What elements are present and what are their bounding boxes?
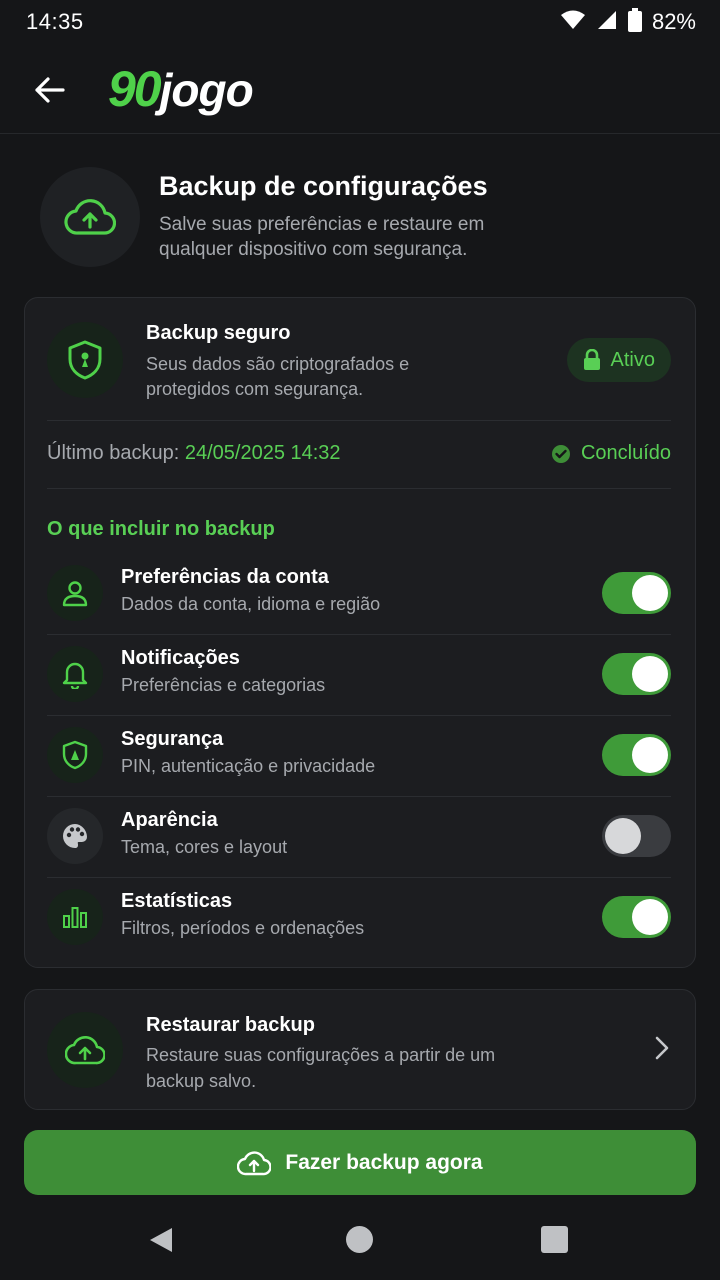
backup-now-label: Fazer backup agora (285, 1150, 483, 1174)
person-icon (62, 581, 88, 607)
option-row-notifications: Notificações Preferências e categorias (47, 635, 671, 716)
restore-icon-wrap (47, 1012, 123, 1088)
shield-lock-icon (68, 340, 102, 380)
palette-icon-wrap (47, 808, 103, 864)
option-title: Preferências da conta (121, 566, 329, 588)
lock-icon (583, 349, 600, 370)
secure-title: Backup seguro (146, 322, 291, 344)
restore-title: Restaurar backup (146, 1014, 315, 1036)
toggle-security[interactable] (602, 734, 671, 776)
back-button[interactable] (30, 70, 70, 110)
option-title: Notificações (121, 647, 240, 669)
divider (47, 420, 671, 421)
option-description: Preferências e categorias (121, 675, 326, 695)
cloud-upload-icon (65, 1035, 105, 1065)
toggle-knob (605, 818, 641, 854)
logo-number: 90 (108, 61, 162, 117)
bar-chart-icon (63, 907, 87, 928)
battery-percent: 82% (651, 9, 696, 34)
secure-description: Seus dados são criptografados e protegid… (146, 354, 410, 399)
app-logo: 90 jogo (108, 60, 254, 117)
status-badge: Ativo (566, 338, 671, 382)
logo-word: jogo (159, 64, 254, 116)
option-row-statistics: Estatísticas Filtros, períodos e ordenaç… (47, 878, 671, 959)
option-description: Tema, cores e layout (121, 837, 288, 857)
backup-status: Concluído (551, 442, 671, 465)
option-description: Dados da conta, idioma e região (121, 594, 381, 614)
divider (47, 488, 671, 489)
toggle-appearance[interactable] (602, 815, 671, 857)
page-subtitle: Salve suas preferências e restaure em qu… (159, 214, 485, 260)
cloud-upload-icon (64, 199, 116, 235)
chevron-right-icon (655, 1036, 669, 1065)
toggle-knob (632, 899, 668, 935)
shield-icon (62, 740, 88, 770)
status-time: 14:35 (26, 9, 84, 34)
restore-description: Restaure suas configurações a partir de … (146, 1045, 496, 1091)
page-title: Backup de configurações (159, 171, 488, 201)
header-cloud-icon-wrap (40, 167, 140, 267)
toggle-notifications[interactable] (602, 653, 671, 695)
section-title: O que incluir no backup (47, 518, 275, 540)
battery-icon (627, 7, 642, 37)
status-bar: 14:35 82% (0, 0, 720, 44)
palette-icon (63, 824, 87, 848)
backup-settings-card: Backup seguro Seus dados são criptografa… (24, 297, 696, 968)
option-description: PIN, autenticação e privacidade (121, 756, 376, 776)
toggle-knob (632, 656, 668, 692)
bell-icon-wrap (47, 646, 103, 702)
toggle-statistics[interactable] (602, 896, 671, 938)
cell-signal-icon (596, 9, 618, 36)
backup-status-label: Concluído (580, 442, 671, 464)
restore-backup-card[interactable]: Restaurar backup Restaure suas configura… (24, 989, 696, 1110)
arrow-left-icon (35, 77, 65, 103)
app-bar: 90 jogo (0, 44, 720, 134)
nav-home-icon[interactable] (346, 1226, 373, 1253)
option-description: Filtros, períodos e ordenações (121, 918, 365, 938)
bar-chart-icon-wrap (47, 889, 103, 945)
option-row-appearance: Aparência Tema, cores e layout (47, 797, 671, 878)
last-backup: Último backup: 24/05/2025 14:32 (47, 442, 341, 465)
last-backup-date: 24/05/2025 14:32 (184, 442, 341, 464)
system-nav-bar (0, 1200, 720, 1280)
bell-icon (62, 662, 88, 689)
status-icons: 82% (560, 7, 696, 37)
option-row-security: Segurança PIN, autenticação e privacidad… (47, 716, 671, 797)
badge-label: Ativo (610, 348, 655, 371)
backup-now-button[interactable]: Fazer backup agora (24, 1130, 696, 1195)
toggle-knob (632, 737, 668, 773)
option-title: Segurança (121, 728, 224, 750)
toggle-account[interactable] (602, 572, 671, 614)
nav-back-icon[interactable] (148, 1226, 174, 1259)
last-backup-label: Último backup: (47, 442, 180, 464)
toggle-knob (632, 575, 668, 611)
option-title: Estatísticas (121, 890, 233, 912)
cloud-upload-icon (237, 1150, 272, 1175)
nav-recents-icon[interactable] (541, 1226, 568, 1253)
option-row-account: Preferências da conta Dados da conta, id… (47, 554, 671, 635)
person-icon-wrap (47, 565, 103, 621)
check-circle-icon (551, 444, 570, 463)
wifi-icon (560, 9, 586, 36)
shield-icon-wrap (47, 727, 103, 783)
secure-icon-wrap (47, 322, 123, 398)
option-title: Aparência (121, 809, 218, 831)
